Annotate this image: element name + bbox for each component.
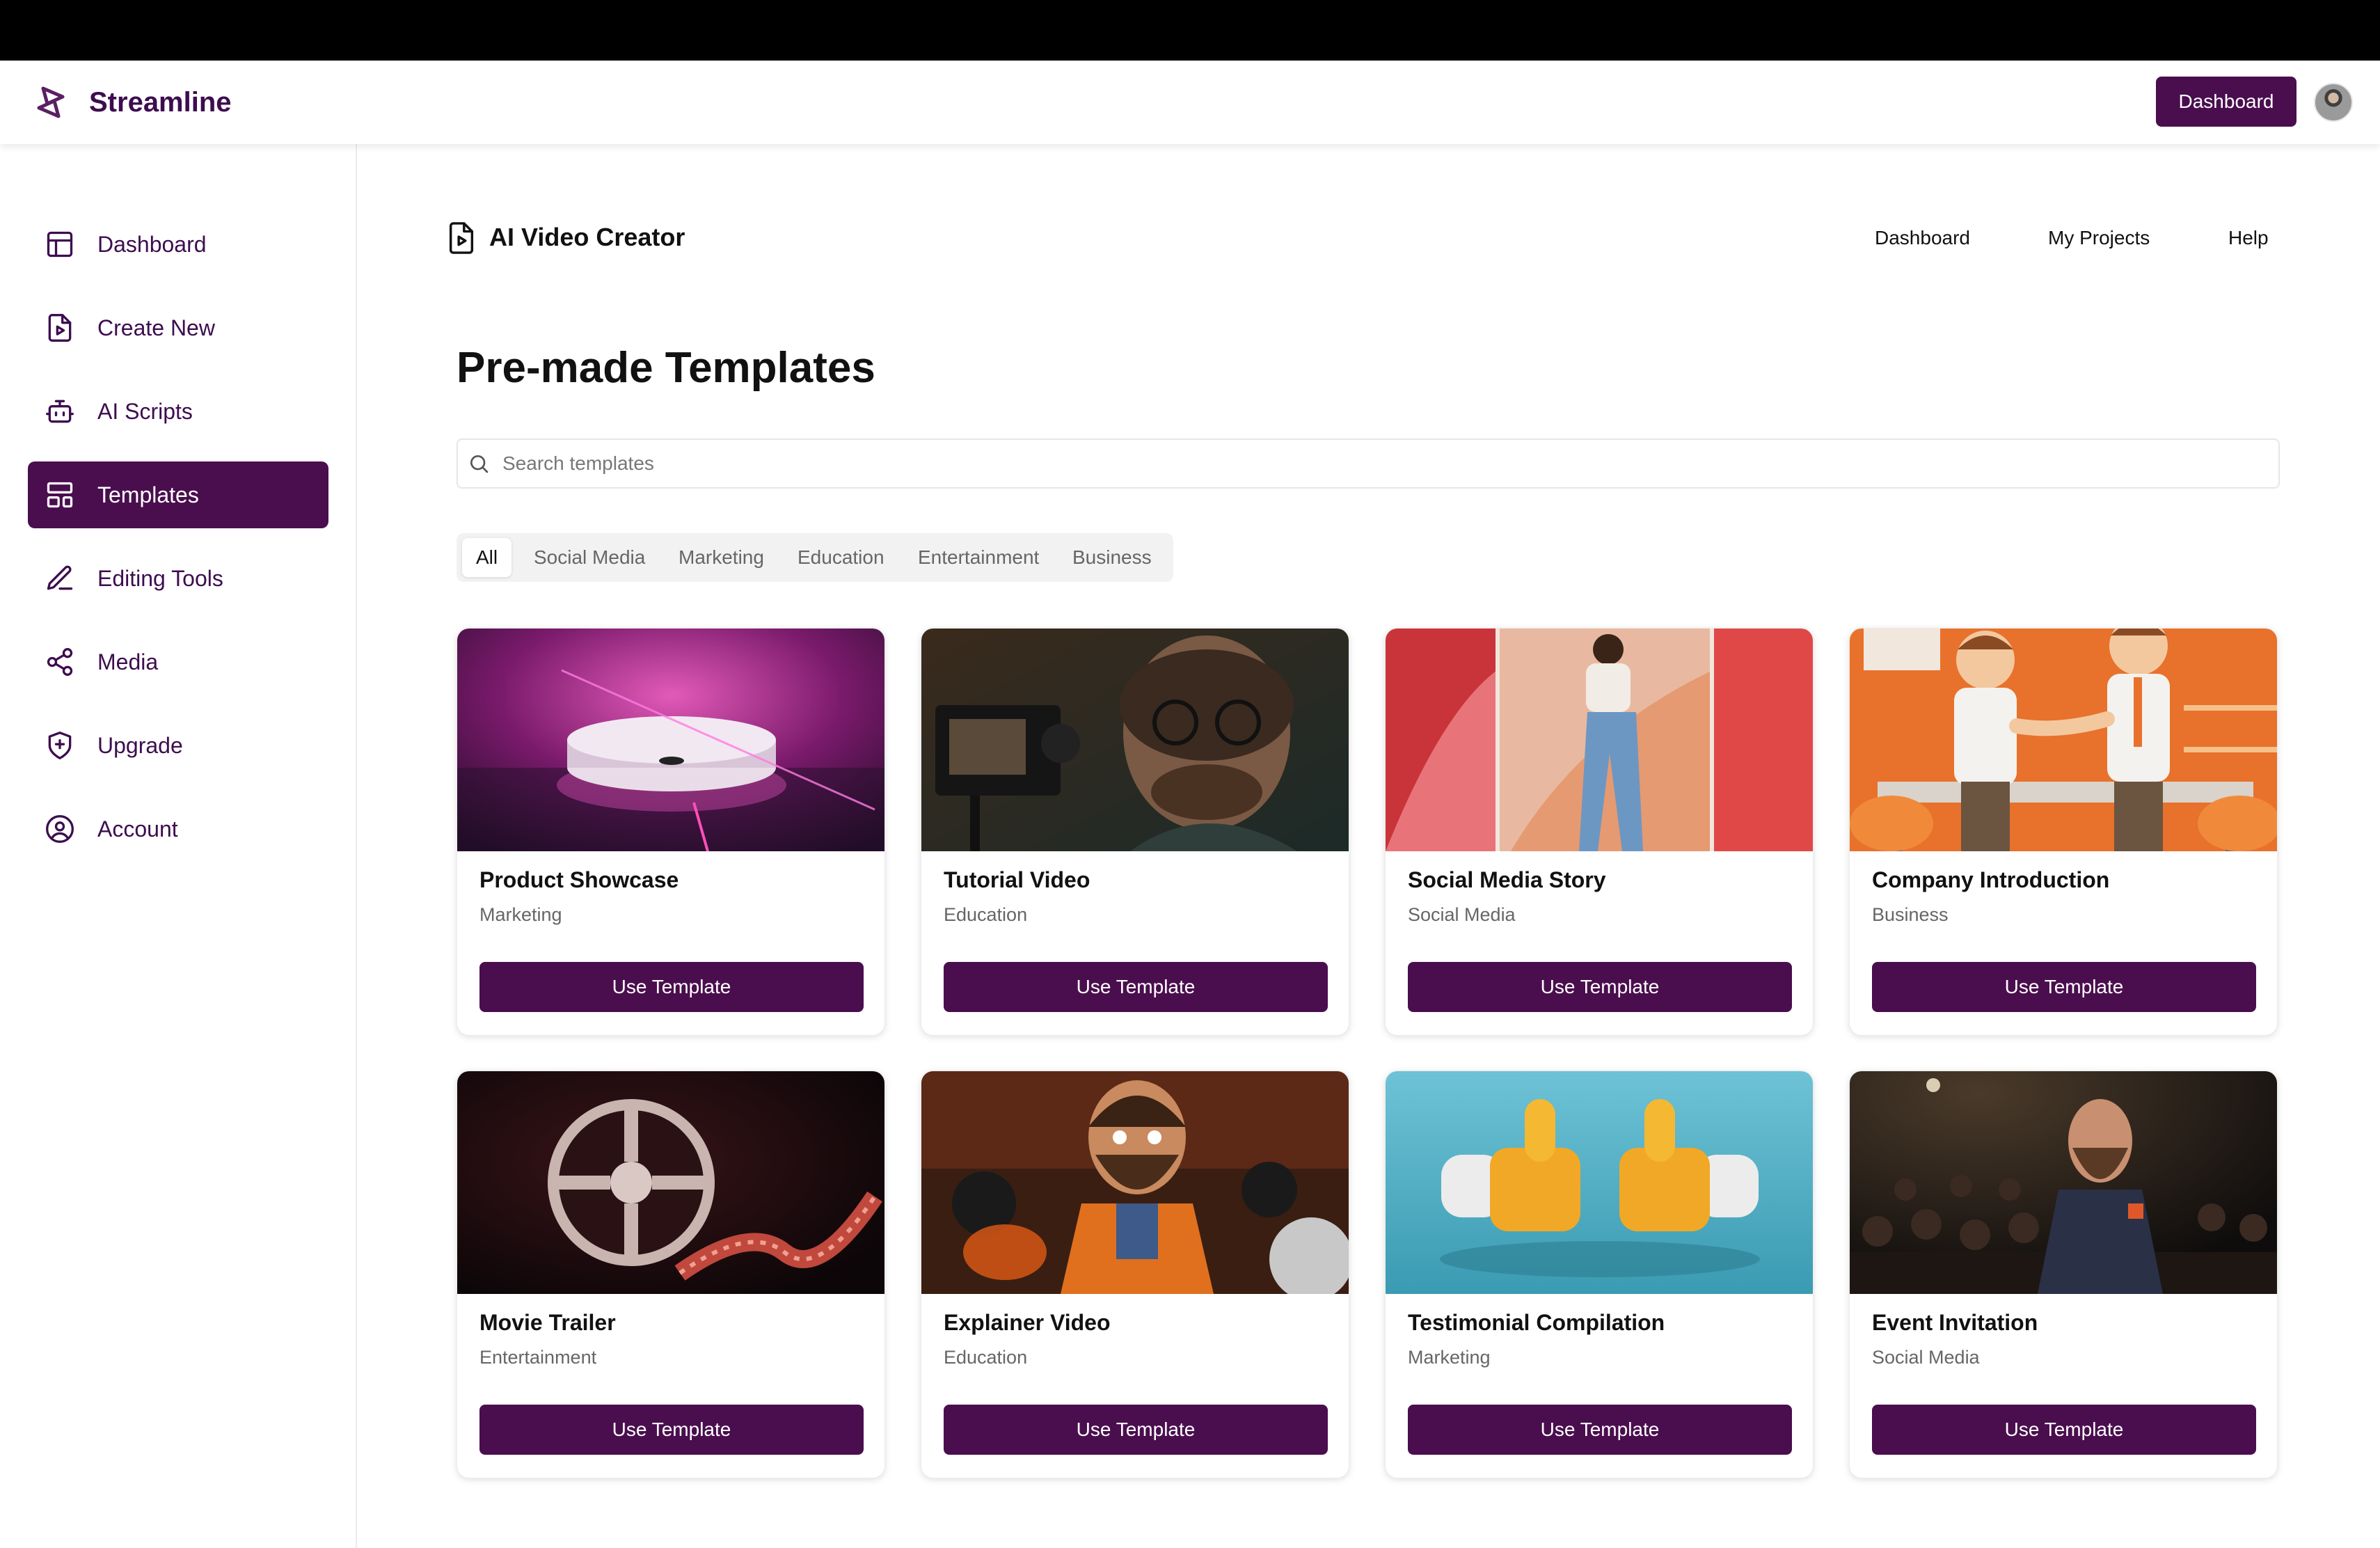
sidebar-item-create-new[interactable]: Create New — [28, 294, 328, 361]
template-thumbnail-testimonial-compilation — [1386, 1071, 1813, 1294]
streamline-logo-icon[interactable] — [32, 83, 71, 122]
layout-icon — [45, 229, 75, 260]
sidebar-item-media[interactable]: Media — [28, 629, 328, 695]
template-thumbnail-event-invitation — [1850, 1071, 2277, 1294]
sidebar-item-label: Templates — [97, 482, 199, 507]
filter-social-media[interactable]: Social Media — [520, 538, 659, 577]
template-thumbnail-product-showcase — [457, 629, 884, 851]
template-card[interactable]: Company Introduction Business Use Templa… — [1849, 628, 2278, 1036]
filter-business[interactable]: Business — [1058, 538, 1166, 577]
templates-icon — [45, 480, 75, 510]
sidebar-item-templates[interactable]: Templates — [28, 461, 328, 528]
use-template-button[interactable]: Use Template — [1408, 1405, 1792, 1455]
sidebar-item-account[interactable]: Account — [28, 796, 328, 862]
user-circle-icon — [45, 814, 75, 844]
app-header-title: AI Video Creator — [489, 223, 685, 251]
category-filter-tabs: All Social Media Marketing Education Ent… — [457, 533, 1173, 582]
use-template-button[interactable]: Use Template — [1872, 1405, 2256, 1455]
sidebar: Dashboard Create New AI Scripts Template… — [0, 144, 357, 1548]
template-card[interactable]: Event Invitation Social Media Use Templa… — [1849, 1071, 2278, 1478]
header-link-help[interactable]: Help — [2228, 226, 2269, 251]
filter-marketing[interactable]: Marketing — [665, 538, 778, 577]
card-title: Testimonial Compilation — [1408, 1310, 1665, 1335]
use-template-button[interactable]: Use Template — [944, 1405, 1328, 1455]
template-card[interactable]: Social Media Story Social Media Use Temp… — [1385, 628, 1814, 1036]
template-thumbnail-social-media-story — [1386, 629, 1813, 851]
robot-icon — [45, 396, 75, 427]
sidebar-item-editing-tools[interactable]: Editing Tools — [28, 545, 328, 612]
os-menu-bar — [0, 0, 2380, 61]
top-dashboard-button[interactable]: Dashboard — [2156, 77, 2296, 127]
template-card[interactable]: Tutorial Video Education Use Template — [921, 628, 1349, 1036]
file-video-icon — [449, 222, 474, 254]
card-title: Social Media Story — [1408, 867, 1606, 892]
use-template-button[interactable]: Use Template — [1408, 962, 1792, 1012]
card-category: Education — [944, 1347, 1028, 1368]
card-category: Education — [944, 904, 1028, 925]
card-title: Tutorial Video — [944, 867, 1090, 892]
template-thumbnail-tutorial-video — [921, 629, 1349, 851]
use-template-button[interactable]: Use Template — [1872, 962, 2256, 1012]
card-title: Company Introduction — [1872, 867, 2110, 892]
share-icon — [45, 647, 75, 677]
top-navigation-bar: Streamline Dashboard — [0, 61, 2380, 144]
pen-icon — [45, 563, 75, 594]
filter-entertainment[interactable]: Entertainment — [904, 538, 1053, 577]
template-card[interactable]: Movie Trailer Entertainment Use Template — [457, 1071, 885, 1478]
template-card[interactable]: Testimonial Compilation Marketing Use Te… — [1385, 1071, 1814, 1478]
file-play-icon — [45, 313, 75, 343]
shield-plus-icon — [45, 730, 75, 761]
search-input[interactable] — [502, 452, 2173, 475]
card-category: Marketing — [1408, 1347, 1491, 1368]
template-thumbnail-movie-trailer — [457, 1071, 884, 1294]
template-card[interactable]: Explainer Video Education Use Template — [921, 1071, 1349, 1478]
sidebar-item-dashboard[interactable]: Dashboard — [28, 211, 328, 278]
card-category: Entertainment — [479, 1347, 597, 1368]
header-link-dashboard[interactable]: Dashboard — [1875, 226, 1970, 251]
sidebar-item-label: AI Scripts — [97, 398, 193, 424]
card-category: Marketing — [479, 904, 562, 925]
brand-name[interactable]: Streamline — [89, 84, 232, 120]
card-category: Social Media — [1872, 1347, 1980, 1368]
sidebar-item-ai-scripts[interactable]: AI Scripts — [28, 378, 328, 445]
filter-all[interactable]: All — [462, 538, 512, 577]
page-title: Pre-made Templates — [457, 344, 875, 392]
sidebar-item-label: Create New — [97, 315, 215, 340]
search-icon — [470, 455, 489, 473]
header-link-my-projects[interactable]: My Projects — [2048, 226, 2150, 251]
template-thumbnail-explainer-video — [921, 1071, 1349, 1294]
sidebar-item-upgrade[interactable]: Upgrade — [28, 712, 328, 779]
template-thumbnail-company-introduction — [1850, 629, 2277, 851]
card-category: Social Media — [1408, 904, 1516, 925]
filter-education[interactable]: Education — [784, 538, 898, 577]
card-title: Explainer Video — [944, 1310, 1111, 1335]
user-avatar[interactable] — [2314, 83, 2353, 122]
sidebar-item-label: Editing Tools — [97, 565, 223, 591]
card-title: Movie Trailer — [479, 1310, 616, 1335]
use-template-button[interactable]: Use Template — [479, 1405, 864, 1455]
template-card[interactable]: Product Showcase Marketing Use Template — [457, 628, 885, 1036]
card-category: Business — [1872, 904, 1949, 925]
sidebar-item-label: Media — [97, 649, 159, 674]
sidebar-item-label: Upgrade — [97, 732, 183, 758]
sidebar-item-label: Account — [97, 816, 178, 842]
use-template-button[interactable]: Use Template — [944, 962, 1328, 1012]
use-template-button[interactable]: Use Template — [479, 962, 864, 1012]
sidebar-item-label: Dashboard — [97, 231, 207, 257]
card-title: Product Showcase — [479, 867, 679, 892]
card-title: Event Invitation — [1872, 1310, 2038, 1335]
search-bar[interactable] — [457, 439, 2280, 489]
